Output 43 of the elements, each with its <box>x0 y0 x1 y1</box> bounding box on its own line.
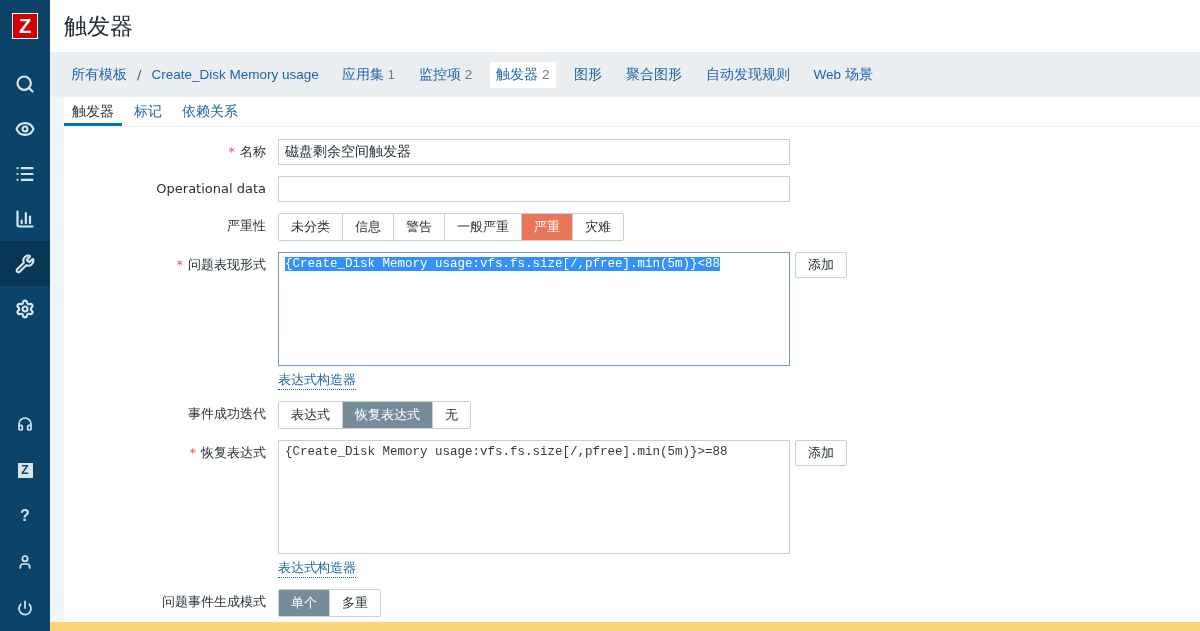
field-label: 严重性 <box>226 217 267 235</box>
nav-tab[interactable]: 触发器 2 <box>490 61 556 88</box>
page-title: 触发器 <box>64 11 134 41</box>
bar-chart-icon <box>15 208 35 229</box>
nav-tab[interactable]: 自动发现规则 <box>699 61 796 88</box>
search-icon <box>15 73 35 94</box>
option-button[interactable]: 单个 <box>279 590 330 616</box>
text-field[interactable] <box>278 176 790 202</box>
settings-icon <box>15 298 35 319</box>
field-label: * 恢复表达式 <box>188 444 267 462</box>
field-label: * 名称 <box>227 143 267 161</box>
field-label: Operational data <box>155 180 267 198</box>
user-icon <box>17 554 33 570</box>
text-field[interactable]: 磁盘剩余空间触发器 <box>278 139 790 165</box>
option-button[interactable]: 恢复表达式 <box>343 402 433 428</box>
expression-builder-link[interactable]: 表达式构造器 <box>278 371 356 390</box>
sub-tab[interactable]: 触发器 <box>64 97 122 126</box>
nav-tab[interactable]: Web 场景 <box>807 61 879 88</box>
expression-field[interactable]: {Create_Disk Memory usage:vfs.fs.size[/,pfree].min(5m)}>=88 <box>278 440 790 554</box>
add-button[interactable]: 添加 <box>795 252 847 278</box>
option-button[interactable]: 表达式 <box>279 402 343 428</box>
option-button[interactable]: 未分类 <box>279 214 343 240</box>
sidebar-item[interactable]: Z <box>0 447 50 493</box>
logo[interactable]: Z <box>12 13 38 39</box>
field-label: * 问题表现形式 <box>175 256 267 274</box>
nav-tab[interactable]: 图形 <box>567 61 608 88</box>
expression-builder-link[interactable]: 表达式构造器 <box>278 559 356 578</box>
nav-tab[interactable]: 聚合图形 <box>619 61 688 88</box>
sidebar-item[interactable] <box>0 241 50 286</box>
nav-tab[interactable]: 应用集 1 <box>335 61 401 88</box>
breadcrumb-separator: / <box>136 67 143 82</box>
add-button[interactable]: 添加 <box>795 440 847 466</box>
headset-icon <box>17 416 33 432</box>
breadcrumb-link[interactable]: Create_Disk Memory usage <box>146 63 324 86</box>
breadcrumb-link[interactable]: 所有模板 <box>66 61 132 88</box>
power-icon <box>17 600 33 616</box>
sub-tab[interactable]: 依赖关系 <box>174 97 246 126</box>
field-label: 事件成功迭代 <box>187 405 267 423</box>
sub-tab[interactable]: 标记 <box>126 97 170 126</box>
nav-tab[interactable]: 监控项 2 <box>413 61 479 88</box>
field-label: 问题事件生成模式 <box>161 593 267 611</box>
wrench-icon <box>15 253 35 274</box>
sidebar-item[interactable]: ? <box>0 493 50 539</box>
